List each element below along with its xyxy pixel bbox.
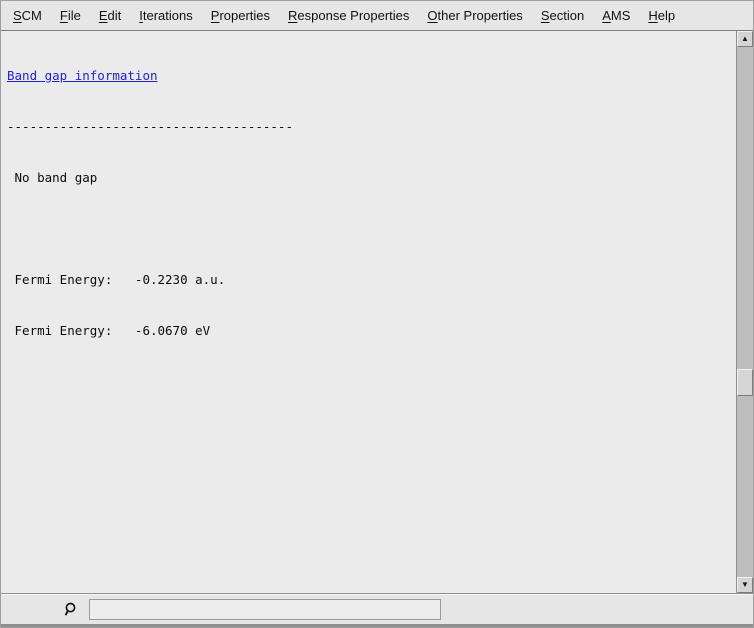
menu-item-help[interactable]: Help: [639, 5, 684, 26]
search-icon[interactable]: [63, 602, 77, 617]
up-arrow-icon: ▲: [741, 34, 749, 43]
output-text-area[interactable]: Band gap information -------------------…: [1, 31, 736, 593]
fermi-energy-au-line: Fermi Energy: -0.2230 a.u.: [7, 272, 226, 287]
menu-item-ams[interactable]: AMS: [593, 5, 639, 26]
band-gap-separator: --------------------------------------: [7, 119, 293, 134]
menu-item-scm[interactable]: SCM: [4, 5, 51, 26]
menu-item-section[interactable]: Section: [532, 5, 593, 26]
menu-item-response-properties[interactable]: Response Properties: [279, 5, 418, 26]
content-area: Band gap information -------------------…: [1, 30, 753, 594]
fermi-ev-value: -6.0670: [134, 323, 188, 338]
menu-item-other-properties[interactable]: Other Properties: [418, 5, 531, 26]
scrollbar-track[interactable]: [737, 47, 753, 577]
vertical-scrollbar: ▲ ▼: [736, 31, 753, 593]
fermi-au-value: -0.2230: [134, 272, 188, 287]
down-arrow-icon: ▼: [741, 580, 749, 589]
menu-item-file[interactable]: File: [51, 5, 90, 26]
output-window: SCM File Edit Iterations Properties Response …: [0, 0, 754, 628]
band-gap-info-link[interactable]: Band gap information: [7, 68, 158, 83]
menu-item-iterations[interactable]: Iterations: [130, 5, 202, 26]
scrollbar-thumb[interactable]: [737, 369, 753, 396]
scrollbar-up-button[interactable]: ▲: [737, 31, 753, 47]
search-input[interactable]: [89, 599, 441, 620]
menu-item-properties[interactable]: Properties: [202, 5, 279, 26]
fermi-energy-ev-line: Fermi Energy: -6.0670 eV: [7, 323, 211, 338]
no-band-gap-line: No band gap: [7, 170, 98, 185]
menu-item-edit[interactable]: Edit: [90, 5, 130, 26]
scrollbar-down-button[interactable]: ▼: [737, 577, 753, 593]
search-bar: [1, 594, 753, 624]
menu-bar: SCM File Edit Iterations Properties Response …: [1, 1, 753, 30]
window-bottom-edge: [1, 624, 753, 627]
